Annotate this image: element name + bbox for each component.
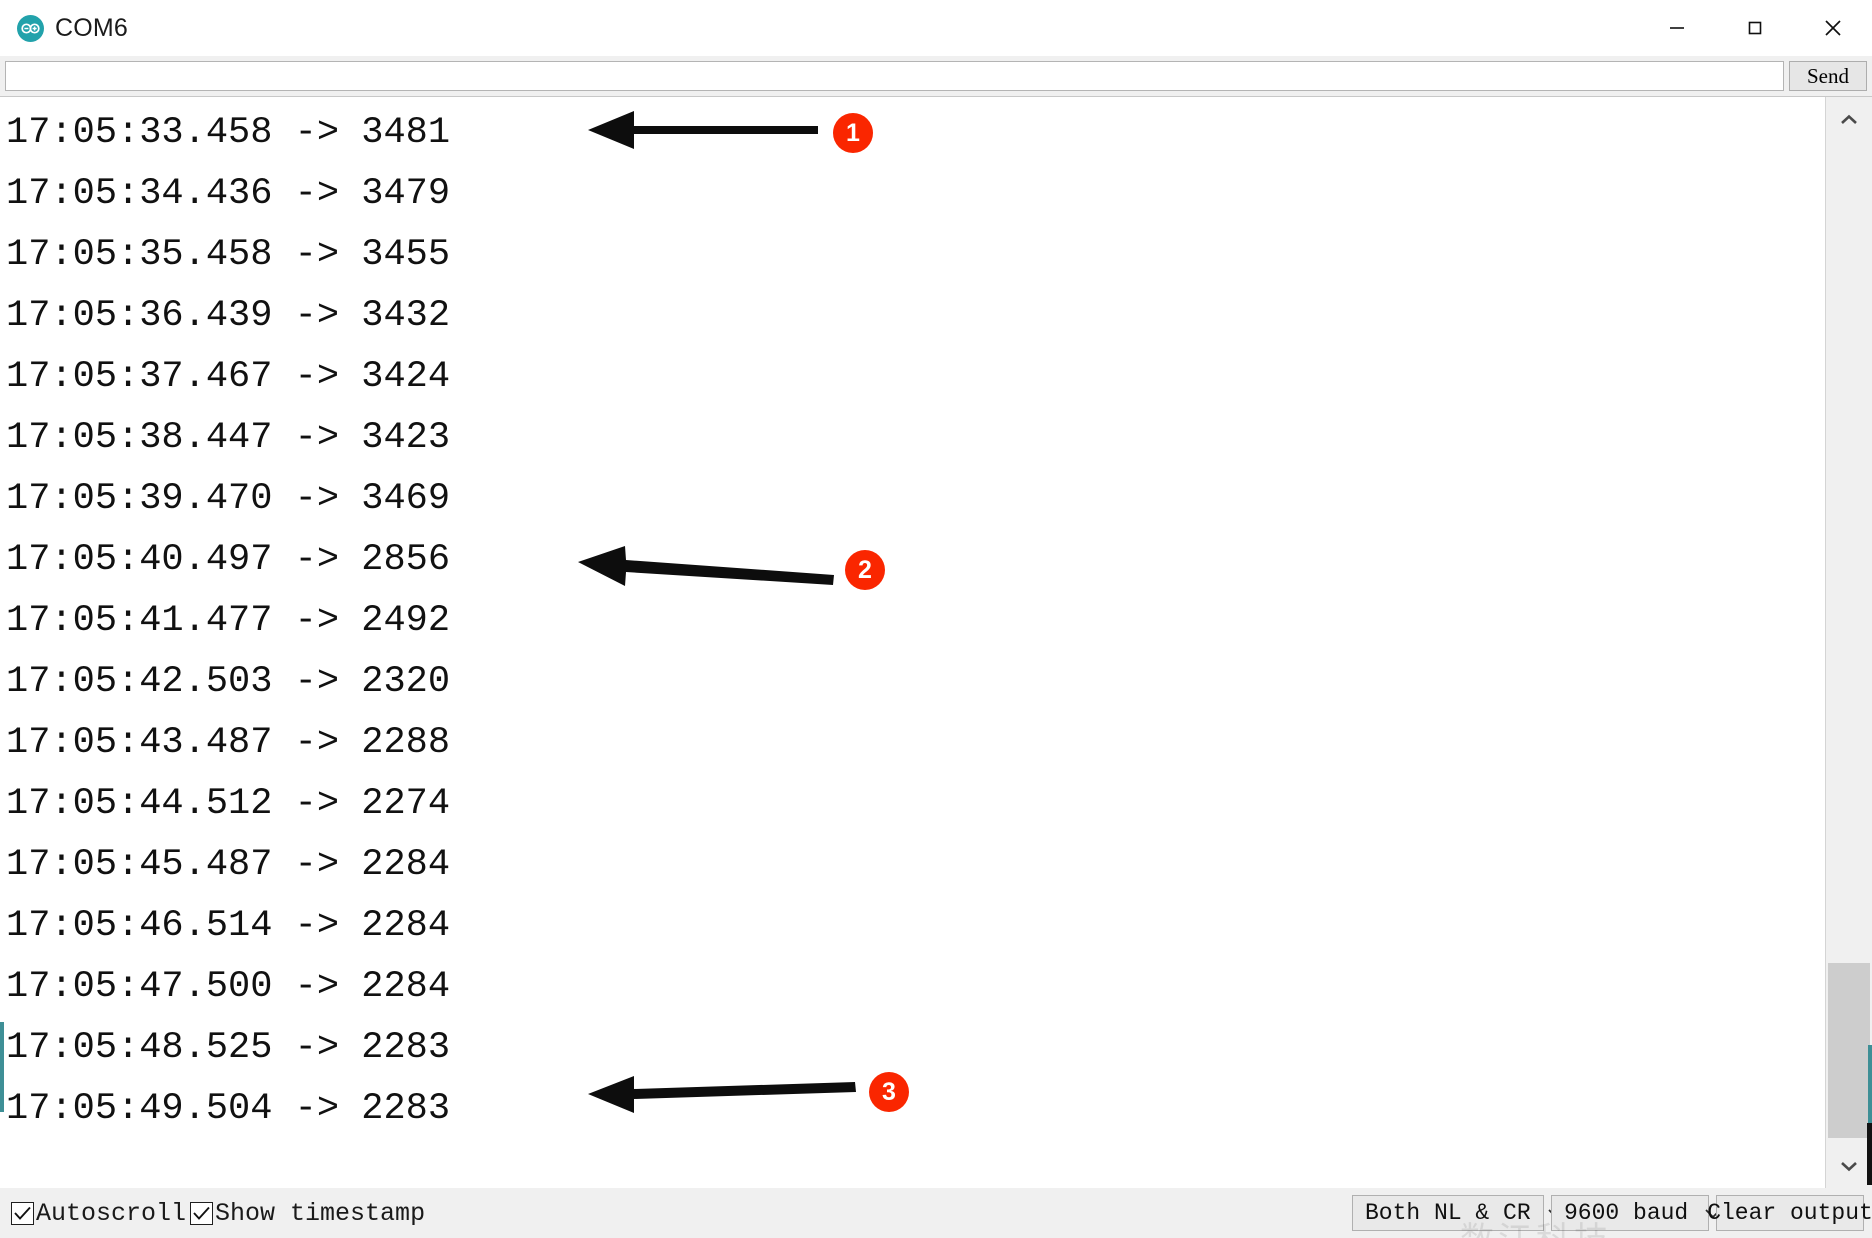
serial-output-line: 17:05:41.477 -> 2492 bbox=[6, 600, 451, 642]
autoscroll-checkbox[interactable]: Autoscroll bbox=[11, 1199, 186, 1228]
serial-output-line: 17:05:46.514 -> 2284 bbox=[6, 905, 451, 947]
arduino-logo-icon bbox=[17, 14, 44, 42]
ide-edge-right-dark bbox=[1867, 1123, 1872, 1185]
autoscroll-label: Autoscroll bbox=[36, 1198, 187, 1228]
serial-output-line: 17:05:47.500 -> 2284 bbox=[6, 966, 451, 1008]
serial-output-line: 17:05:35.458 -> 3455 bbox=[6, 234, 451, 276]
serial-send-input[interactable] bbox=[5, 61, 1784, 91]
show-timestamp-label: Show timestamp bbox=[215, 1198, 426, 1228]
close-button[interactable] bbox=[1794, 0, 1872, 56]
scrollbar-thumb[interactable] bbox=[1828, 963, 1870, 1138]
serial-output-line: 17:05:38.447 -> 3423 bbox=[6, 417, 451, 459]
serial-output-line: 17:05:36.439 -> 3432 bbox=[6, 295, 451, 337]
show-timestamp-checkbox[interactable]: Show timestamp bbox=[190, 1199, 425, 1228]
scroll-down-button[interactable] bbox=[1826, 1143, 1872, 1189]
vertical-scrollbar[interactable] bbox=[1825, 97, 1872, 1189]
ide-edge-right bbox=[1868, 1045, 1872, 1123]
window-controls bbox=[1638, 0, 1872, 56]
serial-output-line: 17:05:37.467 -> 3424 bbox=[6, 356, 451, 398]
checkmark-icon bbox=[11, 1201, 34, 1225]
serial-output-line: 17:05:43.487 -> 2288 bbox=[6, 722, 451, 764]
serial-output-line: 17:05:40.497 -> 2856 bbox=[6, 539, 451, 581]
serial-output-text[interactable]: 17:05:33.458 -> 3481 17:05:34.436 -> 3479… bbox=[0, 97, 1825, 1189]
window-title: COM6 bbox=[55, 13, 129, 42]
serial-output-line: 17:05:45.487 -> 2284 bbox=[6, 844, 451, 886]
serial-output-line: 17:05:44.512 -> 2274 bbox=[6, 783, 451, 825]
serial-output-line: 17:05:39.470 -> 3469 bbox=[6, 478, 451, 520]
maximize-button[interactable] bbox=[1716, 0, 1794, 56]
serial-output-line: 17:05:34.436 -> 3479 bbox=[6, 173, 451, 215]
ide-edge-left bbox=[0, 1022, 4, 1112]
serial-output-line: 17:05:42.503 -> 2320 bbox=[6, 661, 451, 703]
serial-output-line: 17:05:33.458 -> 3481 bbox=[6, 112, 451, 154]
serial-output-line: 17:05:49.504 -> 2283 bbox=[6, 1088, 451, 1130]
checkmark-icon bbox=[190, 1201, 214, 1225]
serial-monitor-window: COM6 Send 17:05:33.458 -> 3481 17:05:34.4… bbox=[0, 0, 1872, 1238]
send-row: Send bbox=[0, 56, 1872, 96]
minimize-button[interactable] bbox=[1638, 0, 1716, 56]
status-bar-checkboxes: Autoscroll Show timestamp bbox=[0, 1199, 425, 1228]
title-bar: COM6 bbox=[0, 0, 1872, 56]
send-button[interactable]: Send bbox=[1789, 61, 1867, 91]
clear-output-button[interactable]: Clear output bbox=[1707, 1195, 1872, 1231]
scroll-up-button[interactable] bbox=[1826, 97, 1872, 143]
serial-output-line: 17:05:48.525 -> 2283 bbox=[6, 1027, 451, 1069]
title-bar-left: COM6 bbox=[0, 14, 128, 43]
serial-output-area: 17:05:33.458 -> 3481 17:05:34.436 -> 3479… bbox=[0, 96, 1872, 1189]
watermark: 数江科技 bbox=[1460, 1212, 1612, 1238]
